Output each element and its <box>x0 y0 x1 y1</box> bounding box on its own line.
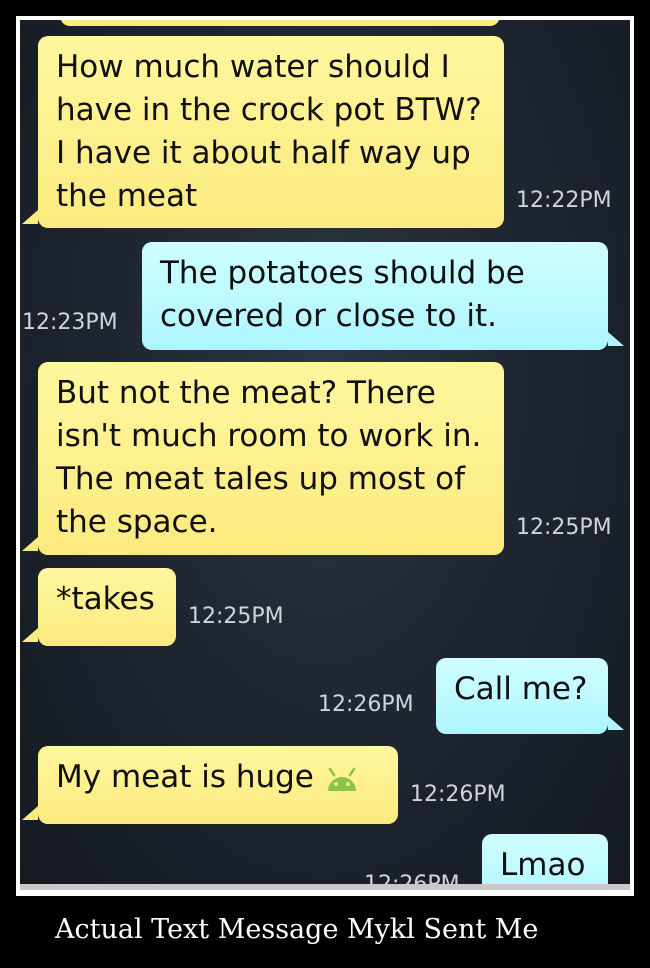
message-text: How much water should I have in the croc… <box>56 49 482 214</box>
message-bubble-incoming[interactable]: My meat is huge <box>22 746 398 824</box>
android-icon <box>322 764 362 794</box>
message-timestamp: 12:26PM <box>410 782 506 807</box>
message-timestamp: 12:25PM <box>516 515 612 540</box>
bubble-tail <box>608 332 624 346</box>
message-timestamp: 12:22PM <box>516 188 612 213</box>
message-text: Call me? <box>454 671 588 707</box>
message-text: *takes <box>56 581 155 617</box>
message-bubble-outgoing[interactable]: Lmao <box>482 834 608 890</box>
message-bubble-incoming[interactable]: How much water should I have in the croc… <box>22 36 504 228</box>
input-bar-edge <box>20 884 630 890</box>
message-bubble-incoming[interactable]: *takes <box>22 568 176 646</box>
message-bubble-outgoing[interactable]: The potatoes should be covered or close … <box>142 242 624 350</box>
message-timestamp: 12:25PM <box>188 604 284 629</box>
bubble-tail <box>22 210 38 224</box>
previous-message-bubble <box>60 20 500 26</box>
message-timestamp: 12:23PM <box>22 310 118 335</box>
message-text: The potatoes should be covered or close … <box>160 255 525 334</box>
message-bubble-outgoing[interactable]: Call me? <box>436 658 624 734</box>
bubble-tail <box>608 716 624 730</box>
image-caption: Actual Text Message Mykl Sent Me <box>55 914 539 945</box>
conversation-view[interactable]: How much water should I have in the croc… <box>20 20 630 890</box>
message-bubble-incoming[interactable]: But not the meat? There isn't much room … <box>22 362 504 555</box>
message-text: But not the meat? There isn't much room … <box>56 375 482 540</box>
bubble-tail <box>22 537 38 551</box>
message-text: My meat is huge <box>56 759 314 795</box>
bubble-tail <box>22 806 38 820</box>
bubble-tail <box>22 628 38 642</box>
message-timestamp: 12:26PM <box>318 692 414 717</box>
message-text: Lmao <box>500 847 586 883</box>
